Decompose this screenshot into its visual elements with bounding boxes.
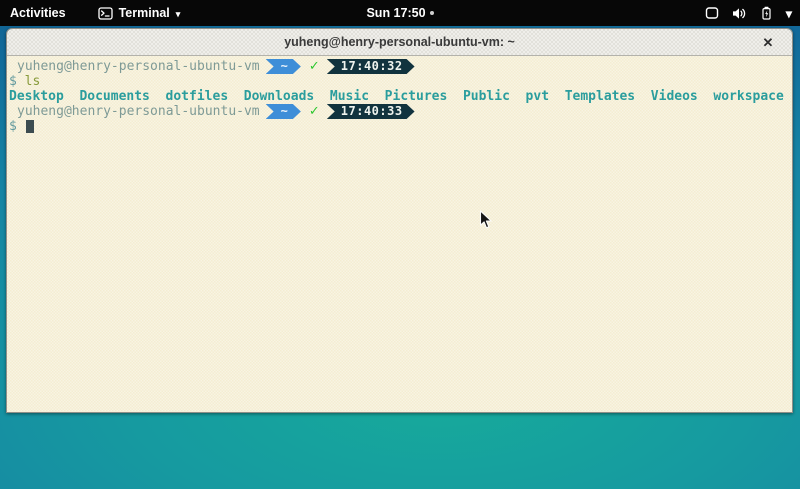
- prompt-time-segment: 17:40:32: [327, 59, 415, 74]
- terminal-icon: [98, 7, 113, 20]
- terminal-cursor: [26, 120, 34, 133]
- screen-icon: [705, 7, 719, 19]
- typed-command: ls: [25, 74, 41, 89]
- prompt-user-host: yuheng@henry-personal-ubuntu-vm: [17, 59, 260, 74]
- input-line[interactable]: $: [9, 119, 788, 134]
- prompt-user-host: yuheng@henry-personal-ubuntu-vm: [17, 104, 260, 119]
- prompt-path-segment: ~: [266, 104, 301, 119]
- app-menu-terminal[interactable]: Terminal ▾: [98, 6, 181, 20]
- clock[interactable]: Sun 17:50: [366, 6, 425, 20]
- top-bar: Activities Terminal ▾ Sun 17:50 ▾: [0, 0, 800, 26]
- window-titlebar[interactable]: yuheng@henry-personal-ubuntu-vm: ~ ✕: [7, 29, 792, 56]
- prompt-time-segment: 17:40:33: [327, 104, 415, 119]
- command-line: $ ls: [9, 74, 788, 89]
- prompt-path-segment: ~: [266, 59, 301, 74]
- close-button[interactable]: ✕: [756, 29, 780, 56]
- chevron-down-icon: ▾: [176, 10, 181, 19]
- prompt-line-1: yuheng@henry-personal-ubuntu-vm ~ ✓ 17:4…: [9, 59, 788, 74]
- terminal-window: yuheng@henry-personal-ubuntu-vm: ~ ✕ yuh…: [6, 28, 793, 413]
- shell-prompt-symbol: $: [9, 74, 17, 89]
- prompt-line-2: yuheng@henry-personal-ubuntu-vm ~ ✓ 17:4…: [9, 104, 788, 119]
- app-menu-label: Terminal: [119, 6, 170, 20]
- ls-output-line: Desktop Documents dotfiles Downloads Mus…: [9, 89, 788, 104]
- system-status-area[interactable]: ▾: [705, 0, 792, 26]
- notification-dot-icon: [430, 11, 434, 15]
- volume-icon: [732, 7, 747, 20]
- ls-output: Desktop Documents dotfiles Downloads Mus…: [9, 89, 784, 104]
- prompt-status-check-icon: ✓: [309, 104, 320, 119]
- terminal-content[interactable]: yuheng@henry-personal-ubuntu-vm ~ ✓ 17:4…: [7, 56, 792, 412]
- mouse-cursor-icon: [479, 210, 493, 230]
- shell-prompt-symbol: $: [9, 119, 17, 134]
- system-menu-chevron-icon: ▾: [786, 6, 792, 21]
- window-title: yuheng@henry-personal-ubuntu-vm: ~: [284, 35, 515, 49]
- prompt-status-check-icon: ✓: [309, 59, 320, 74]
- battery-charging-icon: [760, 6, 773, 20]
- activities-button[interactable]: Activities: [10, 6, 66, 20]
